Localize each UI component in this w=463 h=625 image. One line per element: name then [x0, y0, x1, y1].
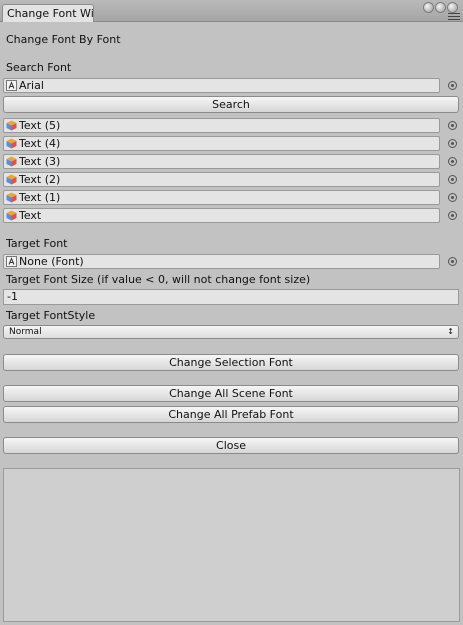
gameobject-cube-icon	[6, 156, 17, 167]
result-picker-icon[interactable]	[448, 175, 457, 184]
gameobject-cube-icon	[6, 210, 17, 221]
result-label: Text (3)	[19, 155, 61, 168]
close-button[interactable]: Close	[3, 437, 459, 454]
result-picker-icon[interactable]	[448, 157, 457, 166]
window-button-1[interactable]	[423, 2, 434, 13]
target-font-picker-icon[interactable]	[448, 257, 457, 266]
result-picker-icon[interactable]	[448, 121, 457, 130]
gameobject-cube-icon	[6, 138, 17, 149]
target-font-style-dropdown[interactable]: Normal ↕	[3, 325, 459, 339]
change-all-scene-font-button[interactable]: Change All Scene Font	[3, 385, 459, 402]
window-button-3[interactable]	[447, 2, 458, 13]
result-field[interactable]: Text	[3, 208, 440, 223]
result-field[interactable]: Text (4)	[3, 136, 440, 151]
window-tab-title: Change Font Wi	[7, 7, 94, 20]
change-all-prefab-font-button[interactable]: Change All Prefab Font	[3, 406, 459, 423]
target-font-size-label: Target Font Size (if value < 0, will not…	[6, 273, 311, 286]
target-font-value: None (Font)	[19, 255, 84, 268]
search-font-picker-icon[interactable]	[448, 81, 457, 90]
result-field[interactable]: Text (1)	[3, 190, 440, 205]
search-button[interactable]: Search	[3, 96, 459, 113]
gameobject-cube-icon	[6, 192, 17, 203]
result-label: Text (4)	[19, 137, 61, 150]
editor-panel: Change Font By Font Search Font Arial Se…	[0, 22, 463, 625]
result-field[interactable]: Text (2)	[3, 172, 440, 187]
search-font-label: Search Font	[6, 61, 72, 74]
result-label: Text (2)	[19, 173, 61, 186]
change-selection-font-button[interactable]: Change Selection Font	[3, 354, 459, 371]
target-font-style-label: Target FontStyle	[6, 309, 96, 322]
window-titlebar: Change Font Wi	[0, 0, 463, 22]
result-field[interactable]: Text (5)	[3, 118, 440, 133]
font-asset-icon	[6, 80, 17, 91]
result-label: Text (5)	[19, 119, 61, 132]
result-label: Text (1)	[19, 191, 61, 204]
result-field[interactable]: Text (3)	[3, 154, 440, 169]
header-title: Change Font By Font	[6, 33, 121, 46]
target-font-field[interactable]: None (Font)	[3, 254, 440, 269]
result-label: Text	[19, 209, 42, 222]
target-font-style-value: Normal	[9, 327, 42, 337]
target-font-size-input[interactable]: -1	[3, 289, 459, 305]
output-area	[3, 468, 460, 622]
search-font-value: Arial	[19, 79, 44, 92]
window-tab[interactable]: Change Font Wi	[2, 4, 94, 22]
target-font-label: Target Font	[6, 237, 68, 250]
window-menu-icon[interactable]	[448, 13, 460, 21]
result-picker-icon[interactable]	[448, 193, 457, 202]
window-button-2[interactable]	[435, 2, 446, 13]
result-picker-icon[interactable]	[448, 139, 457, 148]
gameobject-cube-icon	[6, 120, 17, 131]
gameobject-cube-icon	[6, 174, 17, 185]
dropdown-arrows-icon: ↕	[447, 327, 454, 336]
search-font-field[interactable]: Arial	[3, 78, 440, 93]
font-asset-icon	[6, 256, 17, 267]
result-picker-icon[interactable]	[448, 211, 457, 220]
